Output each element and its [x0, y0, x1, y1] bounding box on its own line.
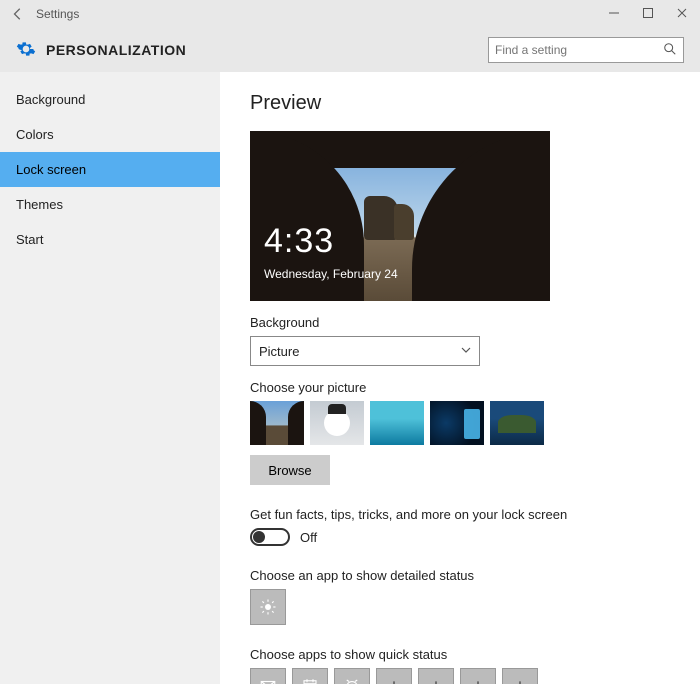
quick-status-app-alarm[interactable]: [334, 668, 370, 684]
detailed-status-label: Choose an app to show detailed status: [250, 568, 670, 583]
search-input[interactable]: [495, 43, 663, 57]
close-button[interactable]: [672, 7, 692, 22]
chevron-down-icon: [461, 345, 471, 358]
header: PERSONALIZATION: [0, 28, 700, 72]
picture-thumb-4[interactable]: [430, 401, 484, 445]
background-dropdown[interactable]: Picture: [250, 336, 480, 366]
sidebar-item-colors[interactable]: Colors: [0, 117, 220, 152]
quick-status-label: Choose apps to show quick status: [250, 647, 670, 662]
gear-icon: [16, 39, 36, 62]
sidebar-item-themes[interactable]: Themes: [0, 187, 220, 222]
picture-thumb-2[interactable]: [310, 401, 364, 445]
minimize-button[interactable]: [604, 7, 624, 22]
choose-picture-label: Choose your picture: [250, 380, 670, 395]
sidebar-item-background[interactable]: Background: [0, 82, 220, 117]
quick-status-add-1[interactable]: +: [376, 668, 412, 684]
background-value: Picture: [259, 344, 299, 359]
search-box[interactable]: [488, 37, 684, 63]
sidebar-item-lock-screen[interactable]: Lock screen: [0, 152, 220, 187]
preview-time: 4:33: [264, 222, 334, 261]
fun-facts-toggle[interactable]: [250, 528, 290, 546]
picture-thumb-1[interactable]: [250, 401, 304, 445]
preview-heading: Preview: [250, 92, 670, 115]
quick-status-add-3[interactable]: +: [460, 668, 496, 684]
preview-date: Wednesday, February 24: [264, 267, 398, 281]
titlebar: Settings: [0, 0, 700, 28]
back-button[interactable]: [8, 4, 28, 24]
detailed-status-app-weather[interactable]: [250, 589, 286, 625]
quick-status-app-calendar[interactable]: [292, 668, 328, 684]
fun-facts-label: Get fun facts, tips, tricks, and more on…: [250, 507, 670, 522]
window-controls: [604, 7, 692, 22]
quick-status-add-4[interactable]: +: [502, 668, 538, 684]
content: Preview 4:33 Wednesday, February 24 Back…: [220, 72, 700, 684]
search-icon: [663, 42, 677, 59]
quick-status-app-mail[interactable]: [250, 668, 286, 684]
picture-thumb-5[interactable]: [490, 401, 544, 445]
background-label: Background: [250, 315, 670, 330]
quick-status-add-2[interactable]: +: [418, 668, 454, 684]
page-title: PERSONALIZATION: [46, 42, 488, 58]
maximize-button[interactable]: [638, 7, 658, 22]
fun-facts-state: Off: [300, 530, 317, 545]
sidebar-item-start[interactable]: Start: [0, 222, 220, 257]
lock-screen-preview: 4:33 Wednesday, February 24: [250, 131, 550, 301]
window-title: Settings: [36, 7, 604, 21]
browse-button[interactable]: Browse: [250, 455, 330, 485]
picture-thumb-3[interactable]: [370, 401, 424, 445]
sidebar: Background Colors Lock screen Themes Sta…: [0, 72, 220, 684]
picture-thumbnails: [250, 401, 670, 445]
